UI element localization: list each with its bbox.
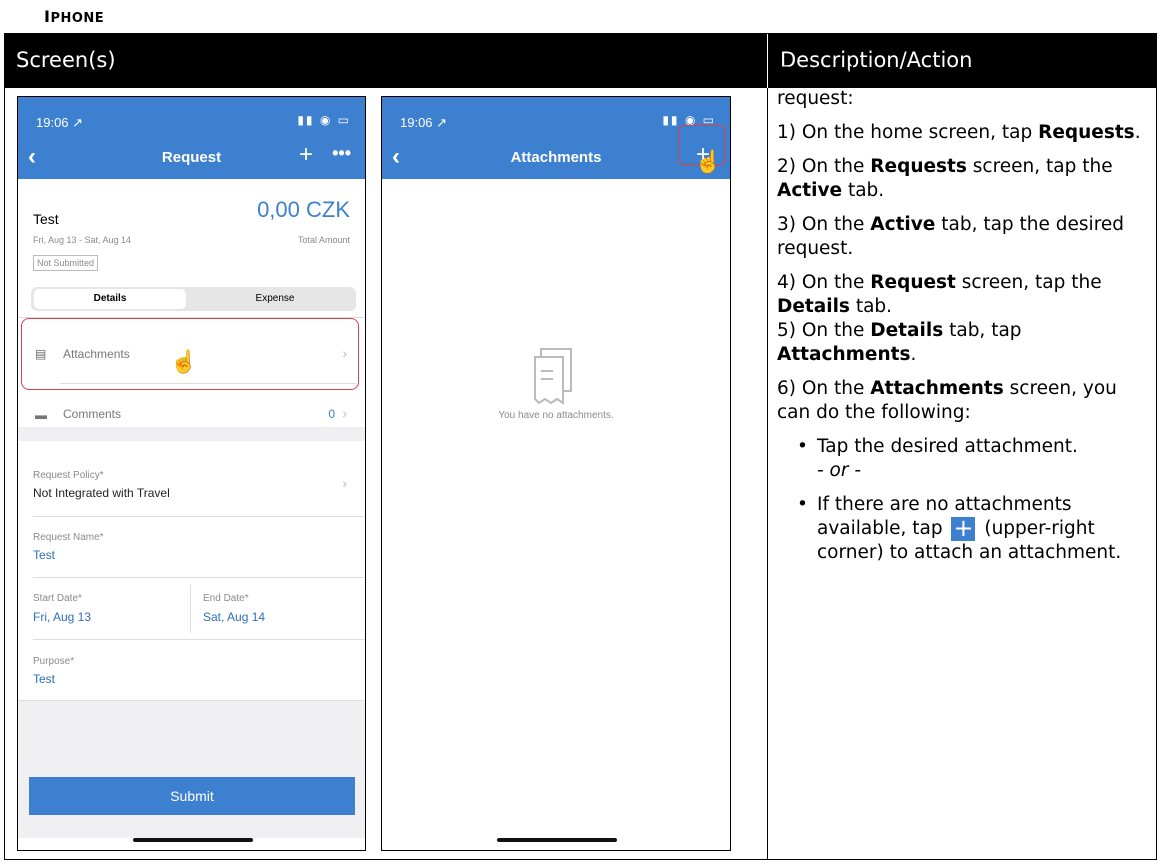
column-divider (767, 34, 768, 859)
step-6: 6) On the Attachments screen, you can do… (777, 378, 1117, 423)
policy-value[interactable]: Not Integrated with Travel (33, 486, 170, 500)
document-stack-icon (534, 348, 572, 405)
bottom-area (18, 701, 365, 838)
hand-pointer-icon: ☝ (694, 149, 722, 174)
phone-screenshot-attachments: 19:06 ↗ ▮▮ ◉ ▭ ‹ Attachments + ☝ You hav… (381, 96, 731, 851)
empty-state-text: You have no attachments. (498, 410, 614, 421)
list-item: If there are no attachments available, t… (797, 493, 1147, 565)
tab-expense[interactable]: Expense (199, 289, 351, 309)
comment-icon: ▬ (35, 408, 47, 422)
options-list: Tap the desired attachment.- or - If the… (797, 435, 1147, 565)
end-date-value[interactable]: Sat, Aug 14 (203, 610, 265, 624)
chevron-right-icon: › (342, 345, 347, 361)
end-date-label: End Date* (203, 593, 249, 604)
hand-pointer-icon: ☝ (170, 349, 198, 374)
step-3: 3) On the Active tab, tap the desired re… (777, 214, 1125, 259)
phone-screenshot-request: 19:06 ↗ ▮▮ ◉ ▭ ‹ Request + ••• Test 0,00… (17, 96, 366, 851)
step-1: 1) On the home screen, tap Requests. (777, 122, 1141, 143)
description-column: To attach an attachment to a travel requ… (777, 63, 1147, 575)
document-icon: ▤ (35, 347, 47, 361)
chevron-right-icon: › (342, 475, 347, 491)
signal-wifi-battery-icon: ▮▮ ◉ ▭ (297, 113, 351, 127)
divider (190, 585, 191, 633)
tab-details[interactable]: Details (34, 289, 186, 309)
nav-bar: ‹ Request + ••• (18, 137, 365, 179)
status-badge: Not Submitted (33, 255, 99, 271)
status-time: 19:06 ↗ (400, 115, 448, 130)
purpose-value[interactable]: Test (33, 672, 55, 686)
chevron-right-icon: › (342, 405, 347, 421)
start-date-value[interactable]: Fri, Aug 13 (33, 610, 91, 624)
home-indicator (497, 838, 617, 842)
purpose-label: Purpose* (33, 656, 75, 667)
start-date-label: Start Date* (33, 593, 82, 604)
request-name: Test (33, 211, 59, 227)
header-divider (767, 34, 768, 88)
step-4: 4) On the Request screen, tap the Detail… (777, 272, 1102, 317)
header-screens: Screen(s) (16, 48, 116, 72)
plus-icon[interactable]: + (299, 141, 313, 169)
section-heading: IPHONE (44, 7, 105, 26)
list-item: Tap the desired attachment.- or - (797, 435, 1147, 483)
request-name-value[interactable]: Test (33, 548, 55, 562)
total-amount-label: Total Amount (297, 235, 350, 245)
request-name-label: Request Name* (33, 532, 104, 543)
request-amount: 0,00 CZK (257, 197, 350, 222)
plus-icon: + (951, 514, 976, 542)
segmented-control: Details Expense (31, 287, 356, 311)
status-time: 19:06 ↗ (36, 115, 84, 130)
policy-label: Request Policy* (33, 470, 104, 481)
comments-count: 0 (328, 407, 335, 421)
comments-label[interactable]: Comments (63, 407, 121, 421)
more-icon[interactable]: ••• (332, 143, 351, 164)
or-separator: - or - (817, 460, 862, 481)
divider (60, 383, 356, 384)
submit-button[interactable]: Submit (29, 777, 355, 815)
status-bar: 19:06 ↗ ▮▮ ◉ ▭ (18, 97, 365, 137)
divider (33, 577, 365, 578)
intro-text: To attach an attachment to a travel requ… (777, 64, 1105, 109)
attachments-label: Attachments (63, 347, 130, 361)
step-2: 2) On the Requests screen, tap the Activ… (777, 156, 1113, 201)
divider (33, 516, 365, 517)
section-gap (18, 427, 365, 441)
request-dates: Fri, Aug 13 - Sat, Aug 14 (33, 235, 132, 245)
home-indicator (133, 838, 253, 842)
step-5: 5) On the Details tab, tap Attachments. (777, 320, 1022, 365)
divider (33, 639, 365, 640)
